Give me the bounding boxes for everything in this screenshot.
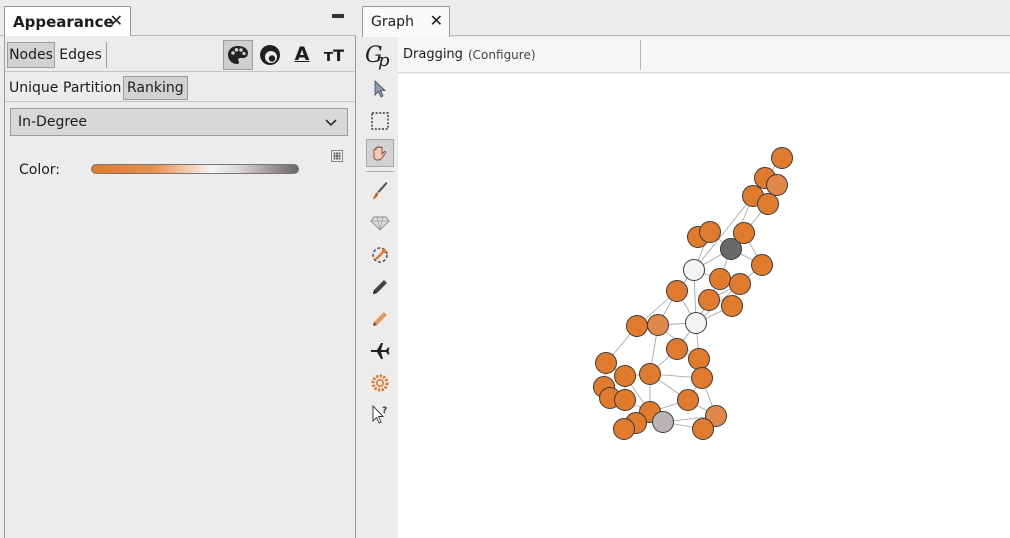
graph-node[interactable] [595, 352, 617, 374]
graph-node[interactable] [709, 268, 731, 290]
appearance-tab-strip: Appearance ✕ [0, 0, 356, 37]
svg-text:p: p [378, 50, 390, 71]
graph-node[interactable] [666, 280, 688, 302]
tab-partition[interactable]: Partition [61, 76, 123, 100]
rectangle-select-tool[interactable] [366, 107, 394, 135]
label-size-button[interactable]: тT [319, 40, 349, 70]
pencil-tool[interactable] [366, 273, 394, 301]
drag-tool[interactable] [366, 139, 394, 167]
edge-pencil-icon [373, 312, 387, 326]
select-tool[interactable] [366, 75, 394, 103]
toolbar-separator [640, 40, 641, 70]
graph-node[interactable] [721, 295, 743, 317]
help-cursor-tool[interactable]: ? [366, 401, 394, 429]
graph-node[interactable] [757, 193, 779, 215]
rectangle-select-icon [371, 112, 389, 130]
graph-tab[interactable]: Graph ✕ [362, 6, 450, 37]
gephi-logo-icon: G p [365, 43, 390, 71]
graph-nodes [593, 147, 793, 440]
tab-unique[interactable]: Unique [7, 76, 60, 100]
graph-node[interactable] [614, 365, 636, 387]
configure-link[interactable]: (Configure) [468, 48, 536, 62]
tab-ranking[interactable]: Ranking [123, 76, 188, 100]
graph-node[interactable] [692, 418, 714, 440]
appearance-panel: Appearance ✕ Nodes Edges A тT Unique Par… [0, 0, 356, 538]
appearance-body: Nodes Edges A тT Unique Partition Rankin… [4, 36, 356, 538]
graph-node[interactable] [729, 273, 751, 295]
graph-node[interactable] [685, 312, 707, 334]
graph-tool-sidebar: G p ? [362, 37, 398, 538]
label-color-glyph: A [294, 42, 310, 65]
mode-tab-row: Unique Partition Ranking [5, 74, 355, 102]
graph-node[interactable] [683, 259, 705, 281]
minimize-icon[interactable] [332, 14, 344, 18]
graph-node[interactable] [766, 174, 788, 196]
graph-node[interactable] [613, 418, 635, 440]
graph-node[interactable] [614, 389, 636, 411]
graph-node[interactable] [688, 348, 710, 370]
graph-tab-label: Graph [371, 14, 414, 30]
graph-panel: Graph ✕ G p ? Dragging (Configure) [362, 0, 1010, 538]
shortest-path-icon [372, 247, 388, 263]
appearance-tab[interactable]: Appearance ✕ [4, 6, 131, 37]
gephi-window: Appearance ✕ Nodes Edges A тT Unique Par… [0, 0, 1010, 538]
graph-node[interactable] [647, 314, 669, 336]
graph-node[interactable] [699, 221, 721, 243]
appearance-tab-label: Appearance [13, 13, 114, 31]
palette-icon [228, 46, 248, 64]
graph-tab-strip: Graph ✕ [362, 0, 1010, 37]
graph-node[interactable] [666, 338, 688, 360]
label-size-icon: тT [323, 45, 345, 65]
graph-node[interactable] [698, 289, 720, 311]
select-icon [374, 80, 387, 98]
size-icon [260, 45, 280, 65]
label-color-button[interactable]: A [287, 40, 317, 70]
nodes-toggle[interactable]: Nodes [7, 42, 55, 68]
graph-node[interactable] [771, 147, 793, 169]
diamond-tool[interactable] [366, 209, 394, 237]
tool-mode-label: Dragging [403, 47, 463, 62]
graph-node[interactable] [691, 367, 713, 389]
graph-node[interactable] [677, 389, 699, 411]
graph-node[interactable] [652, 411, 674, 433]
close-icon[interactable]: ✕ [430, 13, 443, 29]
airplane-tool[interactable] [366, 337, 394, 365]
color-button[interactable] [223, 40, 253, 70]
painter-icon [372, 182, 388, 200]
attribute-dropdown-value: In-Degree [18, 114, 88, 130]
painter-tool[interactable] [366, 177, 394, 205]
svg-text:?: ? [382, 406, 387, 416]
pencil-icon [373, 280, 387, 294]
graph-node[interactable] [639, 363, 661, 385]
help-cursor-icon: ? [372, 404, 387, 424]
gear-tool[interactable] [366, 369, 394, 397]
graph-node[interactable] [751, 254, 773, 276]
attribute-dropdown[interactable]: In-Degree [10, 108, 348, 136]
label-color-icon: A [294, 42, 310, 65]
graph-canvas[interactable] [398, 74, 1010, 538]
graph-network[interactable] [398, 74, 1010, 538]
graph-node[interactable] [626, 315, 648, 337]
graph-node[interactable] [733, 222, 755, 244]
color-gradient-bar[interactable] [91, 164, 299, 174]
chevron-down-icon [325, 119, 337, 127]
element-type-row: Nodes Edges A тT [5, 38, 355, 72]
shortest-path-tool[interactable] [366, 241, 394, 269]
size-button[interactable] [255, 40, 285, 70]
gear-icon [371, 374, 389, 392]
drag-icon [373, 146, 387, 161]
airplane-icon [371, 343, 390, 359]
palette-grid-icon[interactable] [331, 150, 343, 162]
diamond-icon [370, 216, 390, 231]
close-icon[interactable]: ✕ [110, 13, 123, 29]
edge-pencil-tool[interactable] [366, 305, 394, 333]
graph-toolbar: Dragging (Configure) [398, 37, 1010, 73]
sidebar-separator [366, 171, 394, 172]
color-label: Color: [19, 162, 61, 178]
edges-toggle[interactable]: Edges [55, 42, 107, 68]
